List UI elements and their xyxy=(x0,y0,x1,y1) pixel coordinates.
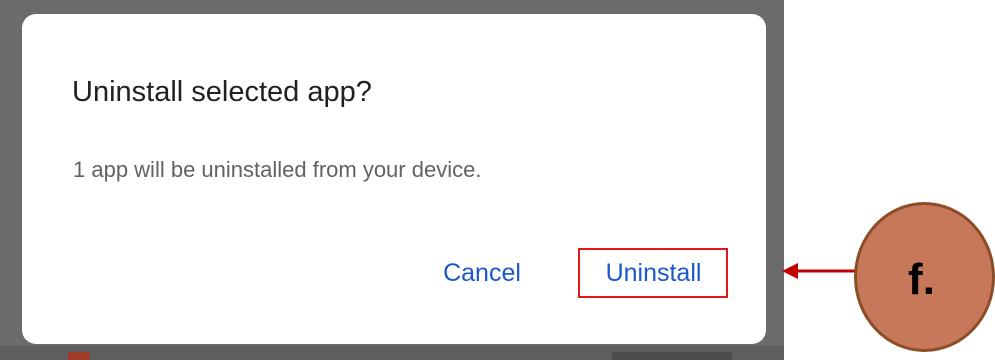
dialog-message: 1 app will be uninstalled from your devi… xyxy=(73,157,482,182)
background-text-fragment xyxy=(612,352,732,360)
step-badge: f. xyxy=(854,202,995,352)
dimmed-app-screen: Uninstall selected app? 1 app will be un… xyxy=(0,0,784,360)
step-badge-label: f. xyxy=(908,255,935,304)
arrow-left-icon xyxy=(782,263,860,279)
uninstall-dialog: Uninstall selected app? 1 app will be un… xyxy=(22,14,766,344)
cancel-button[interactable]: Cancel xyxy=(427,248,537,298)
background-app-icon xyxy=(68,352,90,360)
uninstall-button[interactable]: Uninstall xyxy=(579,248,728,298)
tutorial-annotated-screenshot: Uninstall selected app? 1 app will be un… xyxy=(0,0,995,360)
dialog-title: Uninstall selected app? xyxy=(72,76,372,108)
